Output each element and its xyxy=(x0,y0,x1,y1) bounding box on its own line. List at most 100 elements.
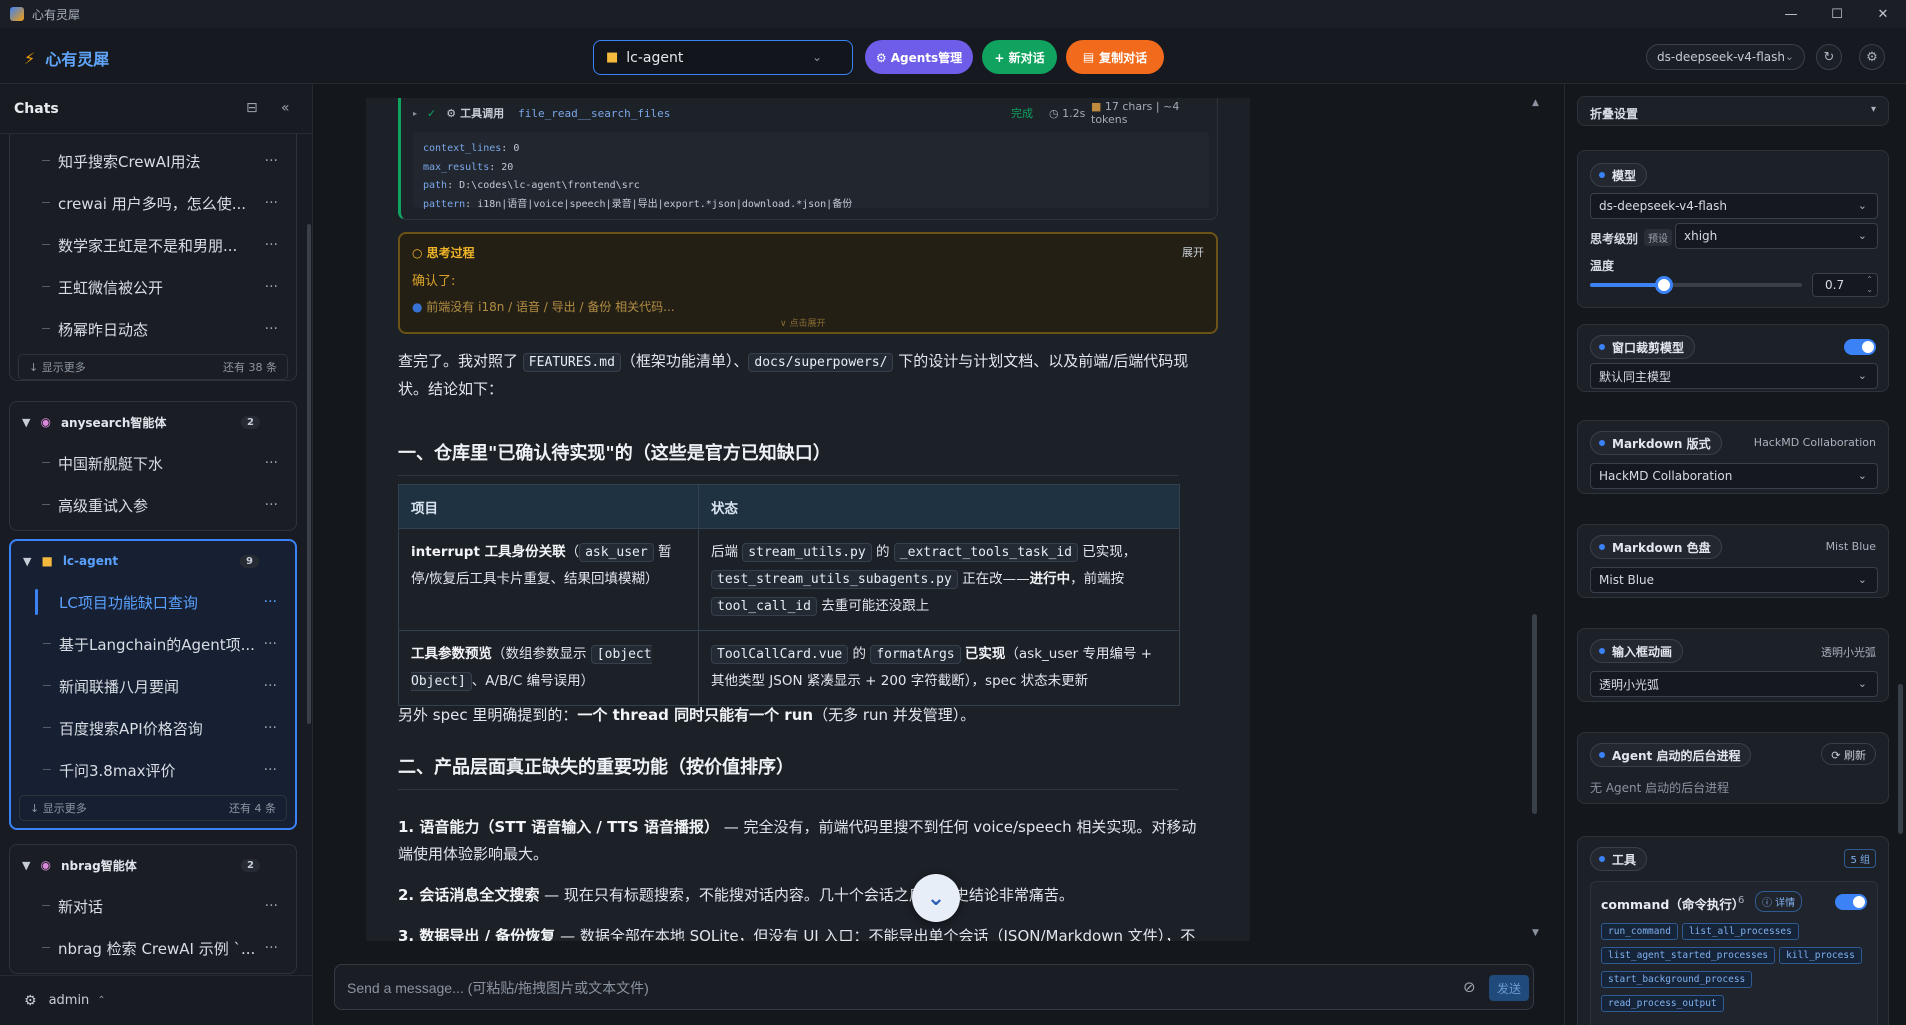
scroll-down-arrow-icon[interactable]: ▼ xyxy=(1532,928,1539,938)
panel-layout-icon[interactable]: ⊟ xyxy=(246,100,258,116)
input-animation-select[interactable]: 透明小光弧 ⌄ xyxy=(1590,671,1878,697)
thinking-card[interactable]: ○ 思考过程 展开 确认了: ● 前端没有 i18n / 语音 / 导出 / 备… xyxy=(398,232,1218,334)
chat-item[interactable]: 王虹微信被公开 ··· xyxy=(10,266,296,308)
refresh-icon[interactable]: ↻ xyxy=(1816,44,1842,70)
more-icon[interactable]: ··· xyxy=(264,720,277,736)
show-more-button[interactable]: ↓ 显示更多 还有 4 条 xyxy=(19,795,287,821)
chevron-down-icon: ⌄ xyxy=(811,50,822,64)
more-icon[interactable]: ··· xyxy=(265,195,278,211)
tool-chip[interactable]: kill_process xyxy=(1779,947,1862,964)
chat-item[interactable]: 高级重试入参 ··· xyxy=(10,484,296,526)
project-select[interactable]: ■ lc-agent ⌄ xyxy=(593,40,853,75)
param-key: path xyxy=(423,180,448,191)
crop-model-pill: 窗口裁剪模型 xyxy=(1590,335,1696,359)
project-name: lc-agent xyxy=(626,49,684,66)
settings-scrollbar[interactable] xyxy=(1898,684,1903,834)
chat-item-title: 百度搜索API价格咨询 xyxy=(59,719,203,738)
more-icon[interactable]: ··· xyxy=(265,455,278,471)
more-icon[interactable]: ··· xyxy=(265,321,278,337)
group-header[interactable]: ▼ ■ lc-agent 9 xyxy=(11,541,295,581)
chat-item[interactable]: 新对话 ··· xyxy=(10,885,296,927)
more-icon[interactable]: ··· xyxy=(265,279,278,295)
model-select[interactable]: ds-deepseek-v4-flash ⌄ xyxy=(1590,193,1878,219)
tool-chip[interactable]: list_agent_started_processes xyxy=(1601,947,1776,964)
tool-call-header[interactable]: ▸ ✓ ⚙ 工具调用 file_read__search_files 完成 ◷ … xyxy=(401,98,1217,128)
fold-settings-title: 折叠设置 xyxy=(1590,107,1639,121)
chat-item[interactable]: 千问3.8max评价 ··· xyxy=(11,749,295,791)
tool-chip[interactable]: start_background_process xyxy=(1601,971,1753,988)
tool-chip[interactable]: read_process_output xyxy=(1601,995,1724,1012)
markdown-style-pill: Markdown 版式 xyxy=(1590,431,1722,455)
sidebar-footer[interactable]: ⚙ admin ⌃ xyxy=(0,975,313,1025)
tool-group-toggle[interactable] xyxy=(1835,894,1867,910)
expand-button[interactable]: 展开 xyxy=(1182,244,1204,260)
chat-item-active[interactable]: LC项目功能缺口查询 ··· xyxy=(11,581,295,623)
minimize-icon[interactable]: — xyxy=(1768,0,1814,28)
markdown-color-select[interactable]: Mist Blue ⌄ xyxy=(1590,567,1878,593)
chat-scrollbar[interactable] xyxy=(1532,614,1537,814)
click-expand-hint[interactable]: ∨ 点击展开 xyxy=(780,316,825,329)
stepper-icon[interactable]: ⌃ ⌄ xyxy=(1866,275,1873,295)
more-icon[interactable]: ··· xyxy=(265,237,278,253)
scroll-to-bottom-button[interactable]: ⌄ xyxy=(912,874,960,922)
copy-chat-button[interactable]: ▤ 复制对话 xyxy=(1066,40,1164,74)
more-icon[interactable]: ··· xyxy=(265,497,278,513)
table-cell: ToolCallCard.vue 的 formatArgs 已实现（ask_us… xyxy=(698,630,1180,706)
temperature-input[interactable]: 0.7 ⌃ ⌄ xyxy=(1812,273,1878,297)
send-button[interactable]: 发送 xyxy=(1489,975,1529,1001)
param-key: context_lines xyxy=(423,143,502,154)
bold-text: 进行中 xyxy=(1029,571,1071,587)
group-header[interactable]: ▼ ◉ nbrag智能体 2 xyxy=(10,845,296,885)
gear-icon[interactable]: ⚙ xyxy=(1859,44,1885,70)
group-count-badge: 2 xyxy=(241,858,260,872)
collapse-sidebar-icon[interactable]: « xyxy=(281,100,290,116)
show-more-button[interactable]: ↓ 显示更多 还有 38 条 xyxy=(18,354,288,380)
chat-item[interactable]: 基于Langchain的Agent项... ··· xyxy=(11,623,295,665)
temperature-slider-knob[interactable] xyxy=(1655,276,1674,294)
more-icon[interactable]: ··· xyxy=(264,636,277,652)
chat-item-title: crewai 用户多吗，怎么使... xyxy=(58,194,247,213)
tool-chip[interactable]: run_command xyxy=(1601,923,1678,940)
chat-item[interactable]: 中国新舰艇下水 ··· xyxy=(10,442,296,484)
fold-settings-bar[interactable]: 折叠设置 ▾ xyxy=(1577,96,1889,126)
message-input[interactable] xyxy=(347,975,1447,1001)
refresh-button[interactable]: ⟳ 刷新 xyxy=(1821,743,1876,765)
group-header[interactable]: ▼ ◉ anysearch智能体 2 xyxy=(10,402,296,442)
paperclip-icon[interactable]: ⊘ xyxy=(1463,978,1476,996)
chat-item[interactable]: nbrag 检索 CrewAI 示例 `... ··· xyxy=(10,927,296,969)
chat-item-title: 知乎搜索CrewAI用法 xyxy=(58,152,201,171)
header-model-select[interactable]: ds-deepseek-v4-flash ⌄ xyxy=(1646,44,1805,70)
chat-item[interactable]: crewai 用户多吗，怎么使... ··· xyxy=(10,182,296,224)
scroll-up-arrow-icon[interactable]: ▲ xyxy=(1532,98,1539,108)
tools-count-badge: 5 组 xyxy=(1844,849,1876,868)
chat-item[interactable]: 数学家王虹是不是和男朋... ··· xyxy=(10,224,296,266)
chat-item[interactable]: 杨幂昨日动态 ··· xyxy=(10,308,296,350)
more-icon[interactable]: ··· xyxy=(265,940,278,956)
more-icon[interactable]: ··· xyxy=(265,898,278,914)
agents-manage-button[interactable]: ⚙ Agents管理 xyxy=(865,40,973,74)
chat-group-nbrag: ▼ ◉ nbrag智能体 2 新对话 ··· nbrag 检索 CrewAI 示例… xyxy=(9,844,297,974)
maximize-icon[interactable]: ☐ xyxy=(1814,0,1860,28)
new-chat-button[interactable]: + 新对话 xyxy=(982,40,1057,74)
table-cell: 后端 stream_utils.py 的 _extract_tools_task… xyxy=(698,528,1180,631)
more-icon[interactable]: ··· xyxy=(265,153,278,169)
markdown-style-select[interactable]: HackMD Collaboration ⌄ xyxy=(1590,463,1878,489)
more-icon[interactable]: ··· xyxy=(264,678,277,694)
close-icon[interactable]: ✕ xyxy=(1860,0,1906,28)
background-process-empty: 无 Agent 启动的后台进程 xyxy=(1590,781,1730,795)
chat-item[interactable]: 百度搜索API价格咨询 ··· xyxy=(11,707,295,749)
detail-button[interactable]: ⓘ 详情 xyxy=(1755,891,1803,912)
temperature-slider-track[interactable] xyxy=(1590,276,1802,294)
crop-model-select[interactable]: 默认同主模型 ⌄ xyxy=(1590,363,1878,389)
chat-item-title: 新对话 xyxy=(58,897,104,916)
chat-item[interactable]: 新闻联播八月要闻 ··· xyxy=(11,665,295,707)
more-icon[interactable]: ··· xyxy=(264,762,277,778)
sidebar-scrollbar[interactable] xyxy=(307,224,311,724)
crop-model-toggle[interactable] xyxy=(1844,339,1876,355)
tool-chip[interactable]: list_all_processes xyxy=(1681,923,1799,940)
param-row: max_results: 20 xyxy=(423,161,514,173)
chat-item[interactable]: 知乎搜索CrewAI用法 ··· xyxy=(10,140,296,182)
table-header-status: 状态 xyxy=(698,484,1180,529)
more-icon[interactable]: ··· xyxy=(264,594,277,610)
think-level-select[interactable]: xhigh ⌄ xyxy=(1675,223,1878,249)
